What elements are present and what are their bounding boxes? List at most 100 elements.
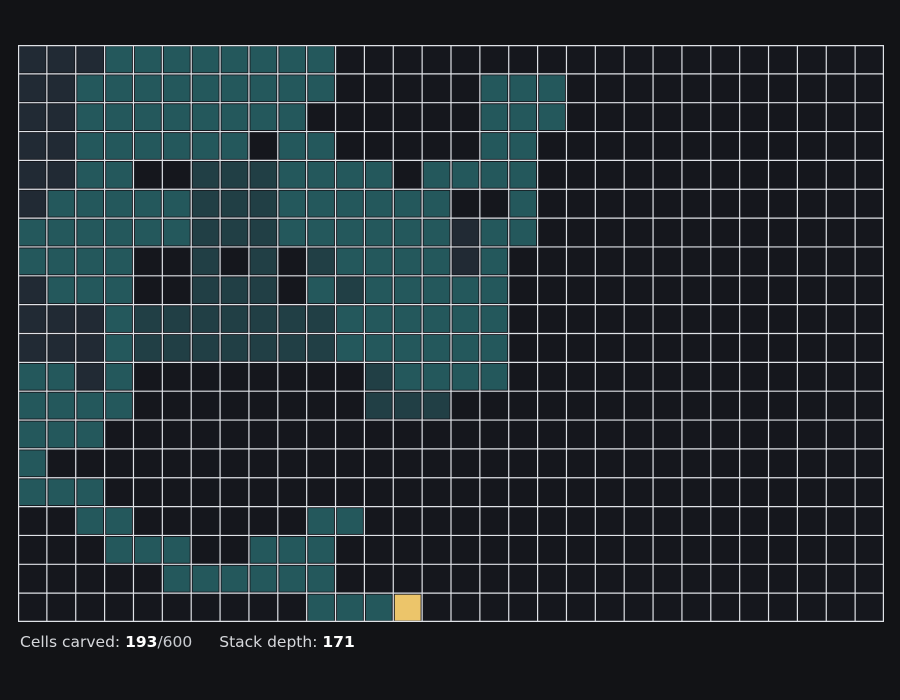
cell-carved <box>48 277 75 304</box>
cell-carved <box>308 190 335 217</box>
cell-carved <box>163 190 190 217</box>
cell-carved <box>452 277 479 304</box>
cell-carved <box>48 190 75 217</box>
cell-carved <box>106 190 132 217</box>
cell-carved <box>308 277 335 304</box>
grid-lines <box>18 45 884 622</box>
cell-carved <box>221 565 248 592</box>
cell-carved <box>308 133 335 159</box>
cell-carved <box>250 565 277 592</box>
cell-carved <box>77 392 104 419</box>
cell-backtracked <box>19 161 46 188</box>
cell-carved <box>221 133 248 159</box>
cell-carved <box>48 392 75 419</box>
cell-carved <box>308 508 335 534</box>
cell-carved <box>134 190 161 217</box>
cell-carved <box>163 133 190 159</box>
cell-carved-dim <box>308 248 335 275</box>
cell-carved <box>394 363 421 390</box>
cells-carved-label: Cells carved: <box>20 633 121 651</box>
cell-carved-dim <box>192 335 219 361</box>
cell-carved <box>394 306 421 332</box>
cell-carved-dim <box>365 363 392 390</box>
cell-carved <box>106 536 132 563</box>
cell-carved <box>510 190 537 217</box>
cell-backtracked <box>19 46 46 73</box>
cell-carved <box>19 219 46 246</box>
cell-backtracked <box>77 363 104 390</box>
cell-carved <box>394 335 421 361</box>
cell-carved <box>77 161 104 188</box>
cell-carved-dim <box>250 248 277 275</box>
cell-carved-dim <box>221 277 248 304</box>
cell-carved <box>423 335 450 361</box>
cell-carved-dim <box>279 335 306 361</box>
cell-carved <box>134 104 161 131</box>
cell-carved-dim <box>163 306 190 332</box>
cell-carved <box>279 104 306 131</box>
cell-carved <box>423 248 450 275</box>
cell-carved <box>394 248 421 275</box>
cell-carved-dim <box>394 392 421 419</box>
cell-backtracked <box>48 335 75 361</box>
cell-backtracked <box>19 335 46 361</box>
cell-backtracked <box>19 277 46 304</box>
cell-carved <box>308 536 335 563</box>
cell-carved-dim <box>365 392 392 419</box>
cell-carved-dim <box>279 306 306 332</box>
cell-carved-dim <box>221 190 248 217</box>
cell-current <box>394 594 421 621</box>
cell-carved <box>423 219 450 246</box>
cell-carved <box>394 190 421 217</box>
cell-carved <box>365 335 392 361</box>
cell-carved <box>279 219 306 246</box>
cell-carved <box>163 219 190 246</box>
cell-carved <box>106 392 132 419</box>
cell-carved-dim <box>337 277 363 304</box>
cell-carved <box>452 161 479 188</box>
cell-carved <box>423 190 450 217</box>
cell-carved <box>539 104 565 131</box>
cell-carved <box>19 421 46 448</box>
cell-backtracked <box>48 306 75 332</box>
maze-grid <box>18 45 884 622</box>
cell-backtracked <box>452 219 479 246</box>
cell-carved <box>48 219 75 246</box>
cell-carved <box>106 46 132 73</box>
cell-carved <box>221 104 248 131</box>
cell-carved <box>192 565 219 592</box>
cell-carved-dim <box>250 219 277 246</box>
cell-carved <box>77 104 104 131</box>
cell-backtracked <box>19 104 46 131</box>
cell-carved <box>452 335 479 361</box>
cell-backtracked <box>452 248 479 275</box>
cell-carved <box>77 133 104 159</box>
cell-carved <box>77 248 104 275</box>
cell-carved <box>19 479 46 506</box>
cell-carved <box>481 133 508 159</box>
cell-carved <box>77 219 104 246</box>
cells-carved-stat: Cells carved: 193/600 <box>20 633 192 651</box>
cell-carved <box>19 363 46 390</box>
cell-carved <box>134 133 161 159</box>
cell-carved <box>106 363 132 390</box>
cell-carved <box>192 75 219 102</box>
cell-carved <box>481 248 508 275</box>
cell-backtracked <box>19 75 46 102</box>
cell-carved <box>192 46 219 73</box>
cell-carved <box>510 75 537 102</box>
cell-backtracked <box>48 46 75 73</box>
cell-carved <box>279 565 306 592</box>
cell-carved <box>481 306 508 332</box>
cell-backtracked <box>77 335 104 361</box>
cell-carved <box>337 594 363 621</box>
cell-carved <box>106 219 132 246</box>
cell-carved <box>365 248 392 275</box>
cell-carved <box>337 219 363 246</box>
cell-carved <box>19 248 46 275</box>
cell-carved <box>337 335 363 361</box>
cell-carved <box>365 594 392 621</box>
cell-carved <box>163 104 190 131</box>
cell-carved <box>481 104 508 131</box>
cell-carved <box>48 421 75 448</box>
